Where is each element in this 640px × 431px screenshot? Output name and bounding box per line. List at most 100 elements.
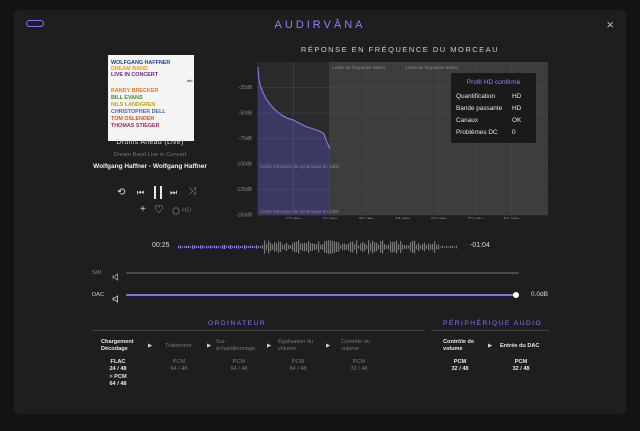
x-tick-label: 60 kHz <box>431 217 447 219</box>
waveform-bar <box>312 243 314 251</box>
cover-line: RANDY BRECKER <box>111 88 159 94</box>
waveform-bar <box>430 244 432 250</box>
waveform-bar <box>424 242 426 252</box>
pause-icon[interactable] <box>153 186 163 201</box>
waveform-bar <box>322 244 324 250</box>
waveform-bar <box>226 246 228 248</box>
waveform-bar <box>340 245 342 249</box>
waveform-bar <box>336 242 338 252</box>
popup-row-value: OK <box>512 117 522 124</box>
popup-row-value: HD <box>512 93 522 100</box>
waveform-bar <box>302 243 304 251</box>
album-name[interactable]: Dream Band Live in Concert <box>80 152 220 158</box>
waveform-bar <box>366 245 368 249</box>
waveform-bar <box>348 243 350 251</box>
repeat-icon[interactable]: ⟲ <box>117 187 125 198</box>
waveform-bar <box>442 245 444 249</box>
previous-icon[interactable]: ⏮ <box>137 188 144 198</box>
artist-name[interactable]: Wolfgang Haffner - Wolfgang Haffner <box>80 163 220 170</box>
waveform-bar <box>350 241 352 253</box>
computer-divider <box>92 330 425 331</box>
arrow-icon: ▶ <box>326 343 331 349</box>
limit-96-label: Limite de fréquence 96kHz <box>405 65 459 70</box>
waveform-bar <box>188 245 190 249</box>
waveform-bar <box>192 245 194 249</box>
dac-speaker-icon[interactable] <box>112 290 120 308</box>
waveform-bar <box>310 243 312 251</box>
sw-label: SW <box>92 270 102 276</box>
shuffle-icon[interactable]: ⤨ <box>188 186 196 197</box>
waveform-bar <box>382 240 384 254</box>
waveform-bar <box>420 245 422 249</box>
waveform-bar <box>202 245 204 249</box>
hd-label: HD <box>182 207 192 214</box>
stage-label: Contrôle du volume <box>341 339 370 352</box>
waveform-bar <box>380 241 382 253</box>
waveform-bar <box>374 242 376 252</box>
waveform-bar <box>390 241 392 253</box>
heart-icon[interactable]: ♡ <box>154 203 164 216</box>
y-tick-label: -100dB <box>236 162 253 168</box>
add-icon[interactable]: + <box>140 204 146 215</box>
arrow-icon: ▶ <box>488 343 493 349</box>
waveform-bar <box>240 246 242 248</box>
waveform-bar <box>256 245 258 249</box>
waveform-bar <box>200 245 202 249</box>
waveform-bar <box>450 245 452 248</box>
waveform-bar <box>402 244 404 250</box>
dac-label: DAC <box>92 292 105 298</box>
waveform-bar <box>440 246 442 248</box>
y-tick-label: -150dB <box>236 213 253 219</box>
waveform-bar <box>392 241 394 253</box>
waveform-seekbar[interactable] <box>177 239 457 255</box>
dac-volume-value: 0.0dB <box>531 291 548 298</box>
waveform-bar <box>342 243 344 251</box>
popup-row-label: Problèmes DC <box>456 129 498 136</box>
waveform-bar <box>360 243 362 251</box>
waveform-bar <box>204 246 206 248</box>
waveform-bar <box>296 241 298 252</box>
waveform-bar <box>408 245 410 249</box>
waveform-bar <box>318 241 320 253</box>
waveform-bar <box>208 246 210 248</box>
waveform-bar <box>252 246 254 248</box>
waveform-bar <box>214 245 216 249</box>
waveform-bar <box>372 240 374 254</box>
waveform-bar <box>286 243 288 251</box>
waveform-bar <box>412 240 414 253</box>
computer-header: ORDINATEUR <box>208 320 267 327</box>
waveform-bar <box>234 245 236 249</box>
waveform-bar <box>428 243 430 251</box>
waveform-bar <box>284 244 286 250</box>
waveform-bar <box>456 245 457 249</box>
x-axis-labels: 12 kHz 24 kHz 36 kHz 48 kHz 60 kHz 72 kHz 84 k… <box>286 217 520 219</box>
track-title: Drums Ahead (Live) <box>116 139 184 146</box>
dac-volume-knob[interactable] <box>513 292 519 298</box>
popup-row-value: 0 <box>512 129 516 136</box>
x-tick-label: 12 kHz <box>286 217 302 219</box>
waveform-bar <box>292 243 294 251</box>
waveform-bar <box>364 243 366 251</box>
limit-48-label: Limite de fréquence 48kHz <box>332 65 386 70</box>
waveform-bar <box>290 245 292 249</box>
next-icon[interactable]: ⏭ <box>170 188 177 198</box>
y-tick-label: -50dB <box>239 111 253 117</box>
waveform-bar <box>274 242 276 252</box>
sw-volume-slider[interactable] <box>126 272 519 274</box>
waveform-bar <box>304 242 306 252</box>
stage-format: PCM 64 / 48 <box>230 359 248 373</box>
waveform-bar <box>434 241 436 253</box>
close-icon[interactable]: × <box>606 17 614 32</box>
waveform-bar <box>334 241 336 253</box>
sw-speaker-icon[interactable] <box>112 268 120 286</box>
popup-title: Profil HD confirmé <box>466 79 521 86</box>
x-tick-label: 24 kHz <box>322 217 338 219</box>
popup-row-label: Bande passante <box>456 105 503 112</box>
waveform-bar <box>432 243 434 251</box>
waveform-bar <box>308 240 310 254</box>
hd-profile-popup: Profil HD confirmé Quantification HD Ban… <box>451 73 536 143</box>
y-tick-label: -25dB <box>239 85 253 91</box>
stage-format: PCM 32 / 48 <box>451 359 469 373</box>
stage-label: Traitement <box>165 343 192 349</box>
waveform-bar <box>344 243 346 251</box>
